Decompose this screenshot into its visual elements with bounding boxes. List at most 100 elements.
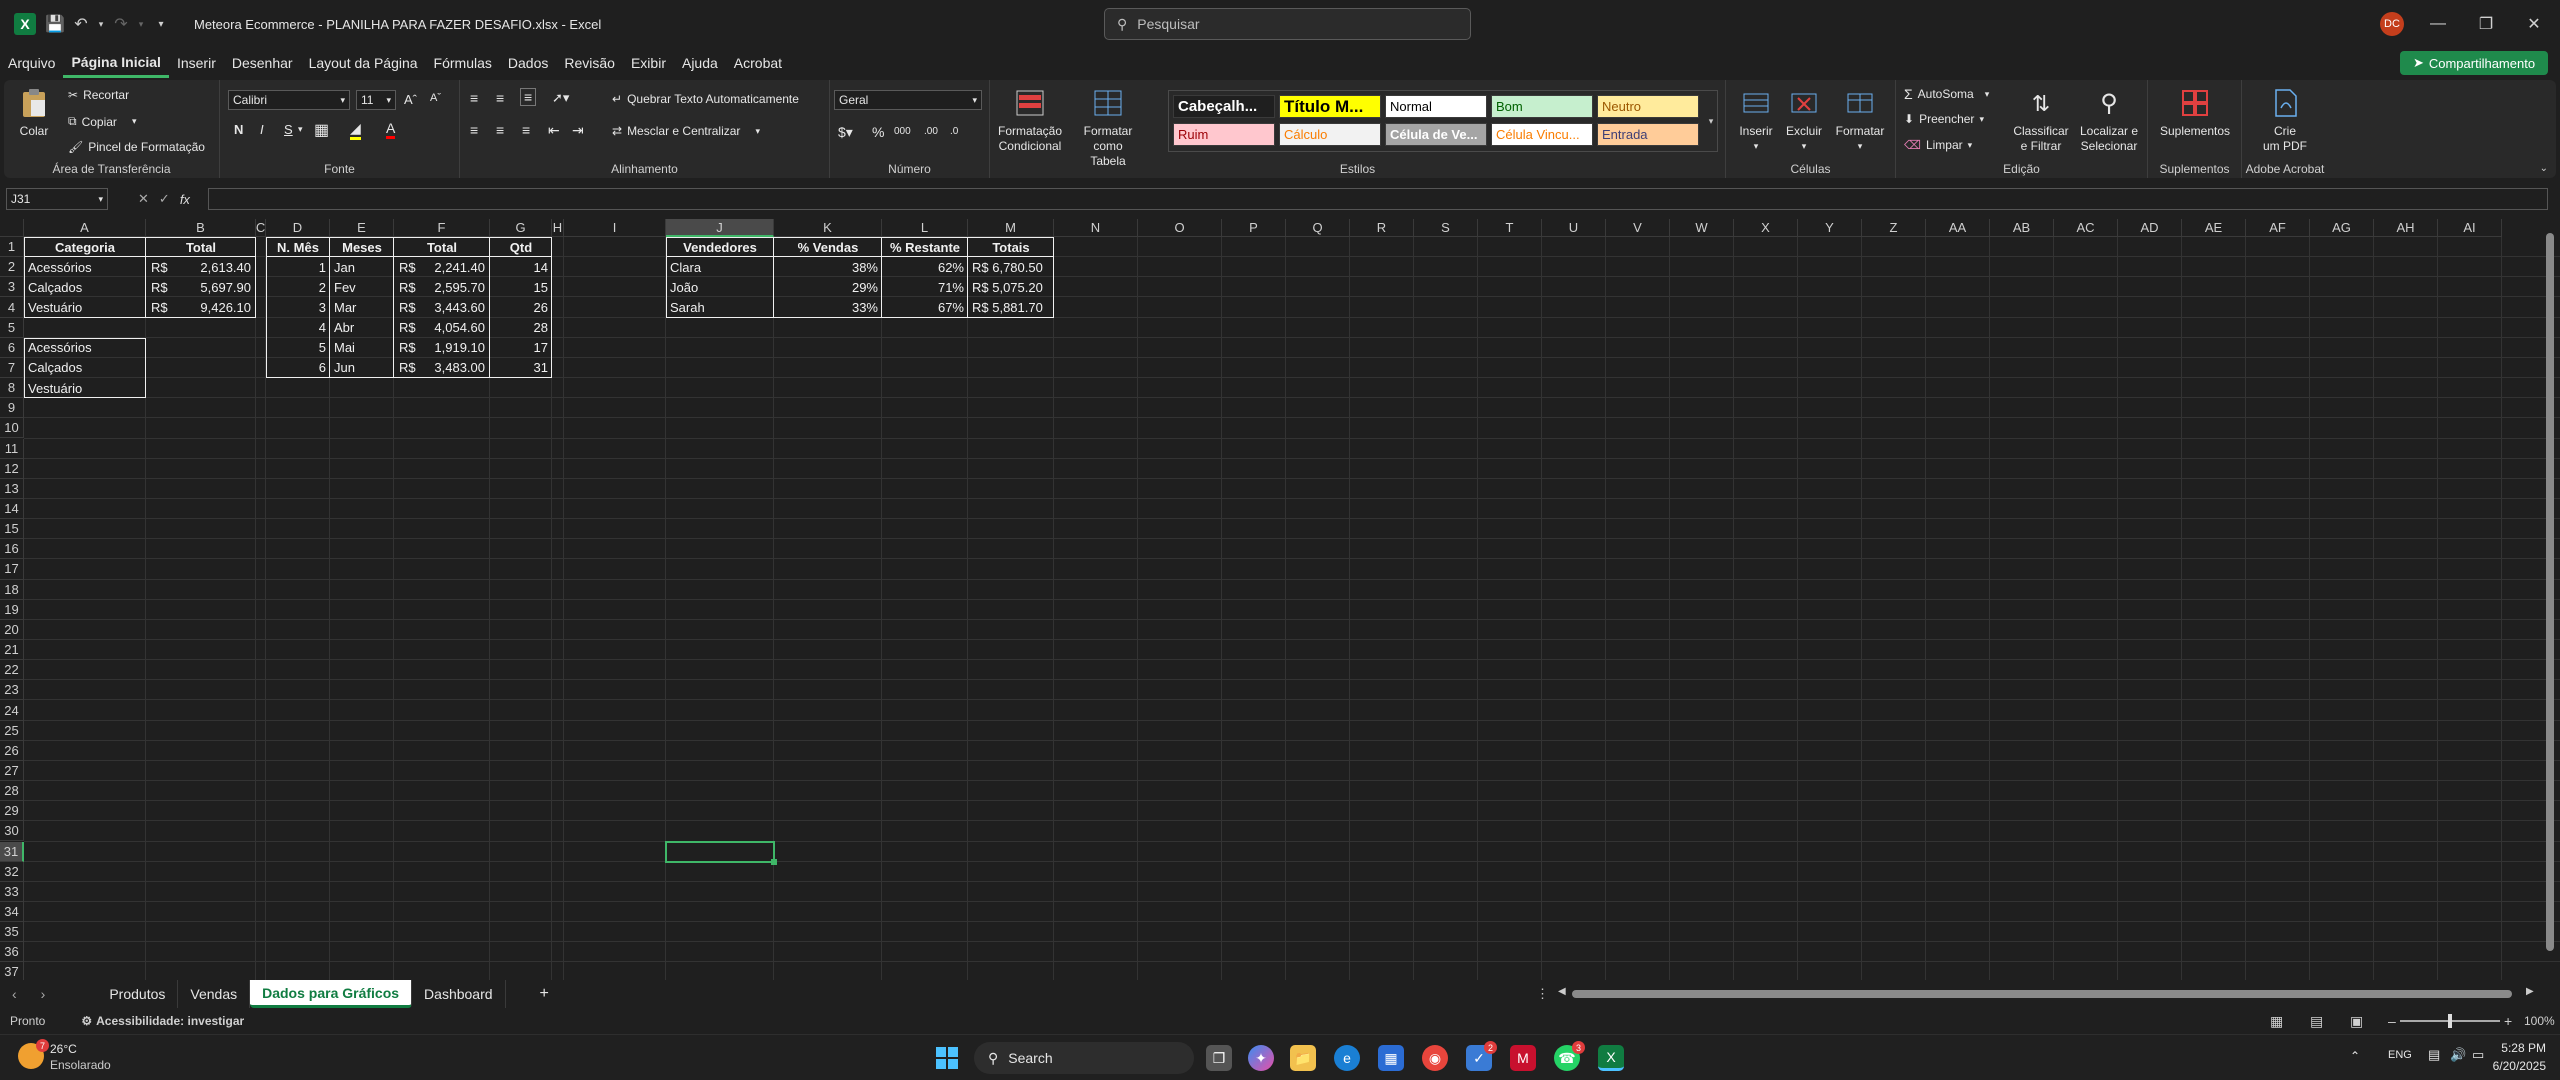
align-center-icon[interactable]: ≡ — [496, 122, 504, 138]
customize-toolbar-icon[interactable]: ▾ — [148, 0, 174, 48]
borders-icon[interactable]: ▦ — [314, 120, 329, 140]
bold-icon[interactable]: N — [234, 122, 243, 137]
taskbar-search[interactable]: ⚲ Search — [974, 1042, 1194, 1074]
minimize-icon[interactable]: — — [2414, 0, 2462, 48]
tab-desenhar[interactable]: Desenhar — [224, 48, 301, 78]
cell-value[interactable]: 1,919.10 — [424, 338, 488, 358]
column-header[interactable]: H — [552, 219, 564, 237]
row-header[interactable]: 26 — [0, 740, 24, 761]
cell-A8[interactable]: Vestuário — [25, 378, 145, 398]
row-header[interactable]: 1 — [0, 237, 24, 258]
cell-L1[interactable]: % Restante — [883, 237, 967, 257]
cell-A6[interactable]: Acessórios — [25, 338, 145, 358]
more-options-icon[interactable]: ⋮ — [1536, 986, 1549, 1002]
column-header[interactable]: Q — [1286, 219, 1350, 237]
row-header[interactable]: 32 — [0, 861, 24, 882]
style-entrada[interactable]: Entrada — [1597, 123, 1699, 146]
insert-function-icon[interactable]: fx — [180, 192, 190, 207]
column-header[interactable]: P — [1222, 219, 1286, 237]
cell-A4[interactable]: Vestuário — [25, 297, 145, 317]
row-header[interactable]: 13 — [0, 478, 24, 499]
create-pdf-button[interactable]: Crie um PDF — [2248, 86, 2322, 154]
restore-icon[interactable]: ❐ — [2462, 0, 2510, 48]
next-sheet-icon[interactable]: › — [29, 980, 58, 1008]
cell-L2[interactable]: 62% — [883, 257, 967, 277]
column-header[interactable]: U — [1542, 219, 1606, 237]
row-header[interactable]: 19 — [0, 599, 24, 620]
paste-button[interactable]: Colar — [12, 86, 56, 139]
align-top-icon[interactable]: ≡ — [470, 90, 478, 106]
row-header[interactable]: 21 — [0, 640, 24, 661]
decrease-decimal-icon[interactable]: .0 — [950, 126, 958, 137]
clear-button[interactable]: ⌫ Limpar ▾ — [1904, 138, 1972, 152]
cell-value[interactable]: 9,426.10 — [176, 297, 254, 317]
row-header[interactable]: 12 — [0, 458, 24, 479]
cell-K2[interactable]: 38% — [775, 257, 881, 277]
vertical-scrollbar[interactable] — [2544, 219, 2556, 980]
style-celula-vinculada[interactable]: Célula Vincu... — [1491, 123, 1593, 146]
style-cabecalho[interactable]: Cabeçalh... — [1173, 95, 1275, 118]
row-header[interactable]: 36 — [0, 942, 24, 963]
column-header[interactable]: AB — [1990, 219, 2054, 237]
prev-sheet-icon[interactable]: ‹ — [0, 980, 29, 1008]
autosum-button[interactable]: Σ AutoSoma ▾ — [1904, 86, 1989, 102]
cell-M3[interactable]: R$ 5,075.20 — [969, 277, 1053, 297]
column-header[interactable]: N — [1054, 219, 1138, 237]
sheet-tab-dashboard[interactable]: Dashboard — [412, 980, 506, 1008]
cell-A7[interactable]: Calçados — [25, 358, 145, 378]
cell-G2[interactable]: 14 — [491, 257, 551, 277]
sheet-tab-dados-graficos[interactable]: Dados para Gráficos — [250, 980, 413, 1008]
page-layout-icon[interactable]: ▤ — [2310, 1013, 2323, 1030]
row-header[interactable]: 37 — [0, 962, 24, 980]
font-family-select[interactable]: Calibri ▾ — [228, 90, 350, 110]
row-header[interactable]: 29 — [0, 801, 24, 822]
conditional-format-button[interactable]: Formatação Condicional — [996, 86, 1064, 154]
cell-D7[interactable]: 6 — [267, 358, 329, 378]
cell-J2[interactable]: Clara — [667, 257, 773, 277]
column-header[interactable]: I — [564, 219, 666, 237]
file-explorer-icon[interactable]: 📁 — [1290, 1045, 1316, 1071]
column-header[interactable]: AD — [2118, 219, 2182, 237]
cell-M2[interactable]: R$ 6,780.50 — [969, 257, 1053, 277]
clock-date[interactable]: 6/20/2025 — [2480, 1059, 2546, 1073]
cell-value[interactable]: 3,443.60 — [424, 297, 488, 317]
column-header[interactable]: B — [146, 219, 256, 237]
cell-G6[interactable]: 17 — [491, 338, 551, 358]
cell-D2[interactable]: 1 — [267, 257, 329, 277]
column-header[interactable]: X — [1734, 219, 1798, 237]
column-header[interactable]: Z — [1862, 219, 1926, 237]
cell-currency[interactable]: R$ — [148, 257, 178, 277]
merge-center-button[interactable]: ⇄ Mesclar e Centralizar ▾ — [612, 124, 760, 138]
zoom-in-icon[interactable]: + — [2504, 1013, 2512, 1029]
cell-E1[interactable]: Meses — [331, 237, 393, 257]
cell-value[interactable]: 5,697.90 — [176, 277, 254, 297]
grow-font-icon[interactable]: Aˆ — [404, 92, 417, 107]
cell-A2[interactable]: Acessórios — [25, 257, 145, 277]
sort-filter-button[interactable]: ⇅ Classificar e Filtrar — [2010, 86, 2072, 154]
cancel-icon[interactable]: ✕ — [138, 191, 149, 207]
tab-acrobat[interactable]: Acrobat — [726, 48, 790, 78]
network-icon[interactable]: ▤ — [2428, 1047, 2440, 1063]
row-header[interactable]: 35 — [0, 922, 24, 943]
row-header[interactable]: 25 — [0, 720, 24, 741]
volume-icon[interactable]: 🔊 — [2450, 1047, 2466, 1063]
column-header[interactable]: J — [666, 219, 774, 237]
cell-D3[interactable]: 2 — [267, 277, 329, 297]
column-header[interactable]: D — [266, 219, 330, 237]
style-celula-verificacao[interactable]: Célula de Ve... — [1385, 123, 1487, 146]
cell-K4[interactable]: 33% — [775, 297, 881, 317]
increase-decimal-icon[interactable]: .00 — [924, 126, 938, 137]
cell-G7[interactable]: 31 — [491, 358, 551, 378]
column-header[interactable]: S — [1414, 219, 1478, 237]
cell-J4[interactable]: Sarah — [667, 297, 773, 317]
tab-ajuda[interactable]: Ajuda — [674, 48, 726, 78]
undo-icon[interactable]: ↶ — [68, 0, 94, 48]
cell-F1[interactable]: Total — [395, 237, 489, 257]
show-hidden-icons[interactable]: ⌃ — [2350, 1049, 2360, 1063]
cell-currency[interactable]: R$ — [396, 358, 426, 378]
column-header[interactable]: AA — [1926, 219, 1990, 237]
language-indicator[interactable]: ENG — [2388, 1049, 2412, 1061]
column-header[interactable]: F — [394, 219, 490, 237]
column-header[interactable]: R — [1350, 219, 1414, 237]
taskbar-app-icon[interactable]: ✓ 2 — [1466, 1041, 1497, 1071]
